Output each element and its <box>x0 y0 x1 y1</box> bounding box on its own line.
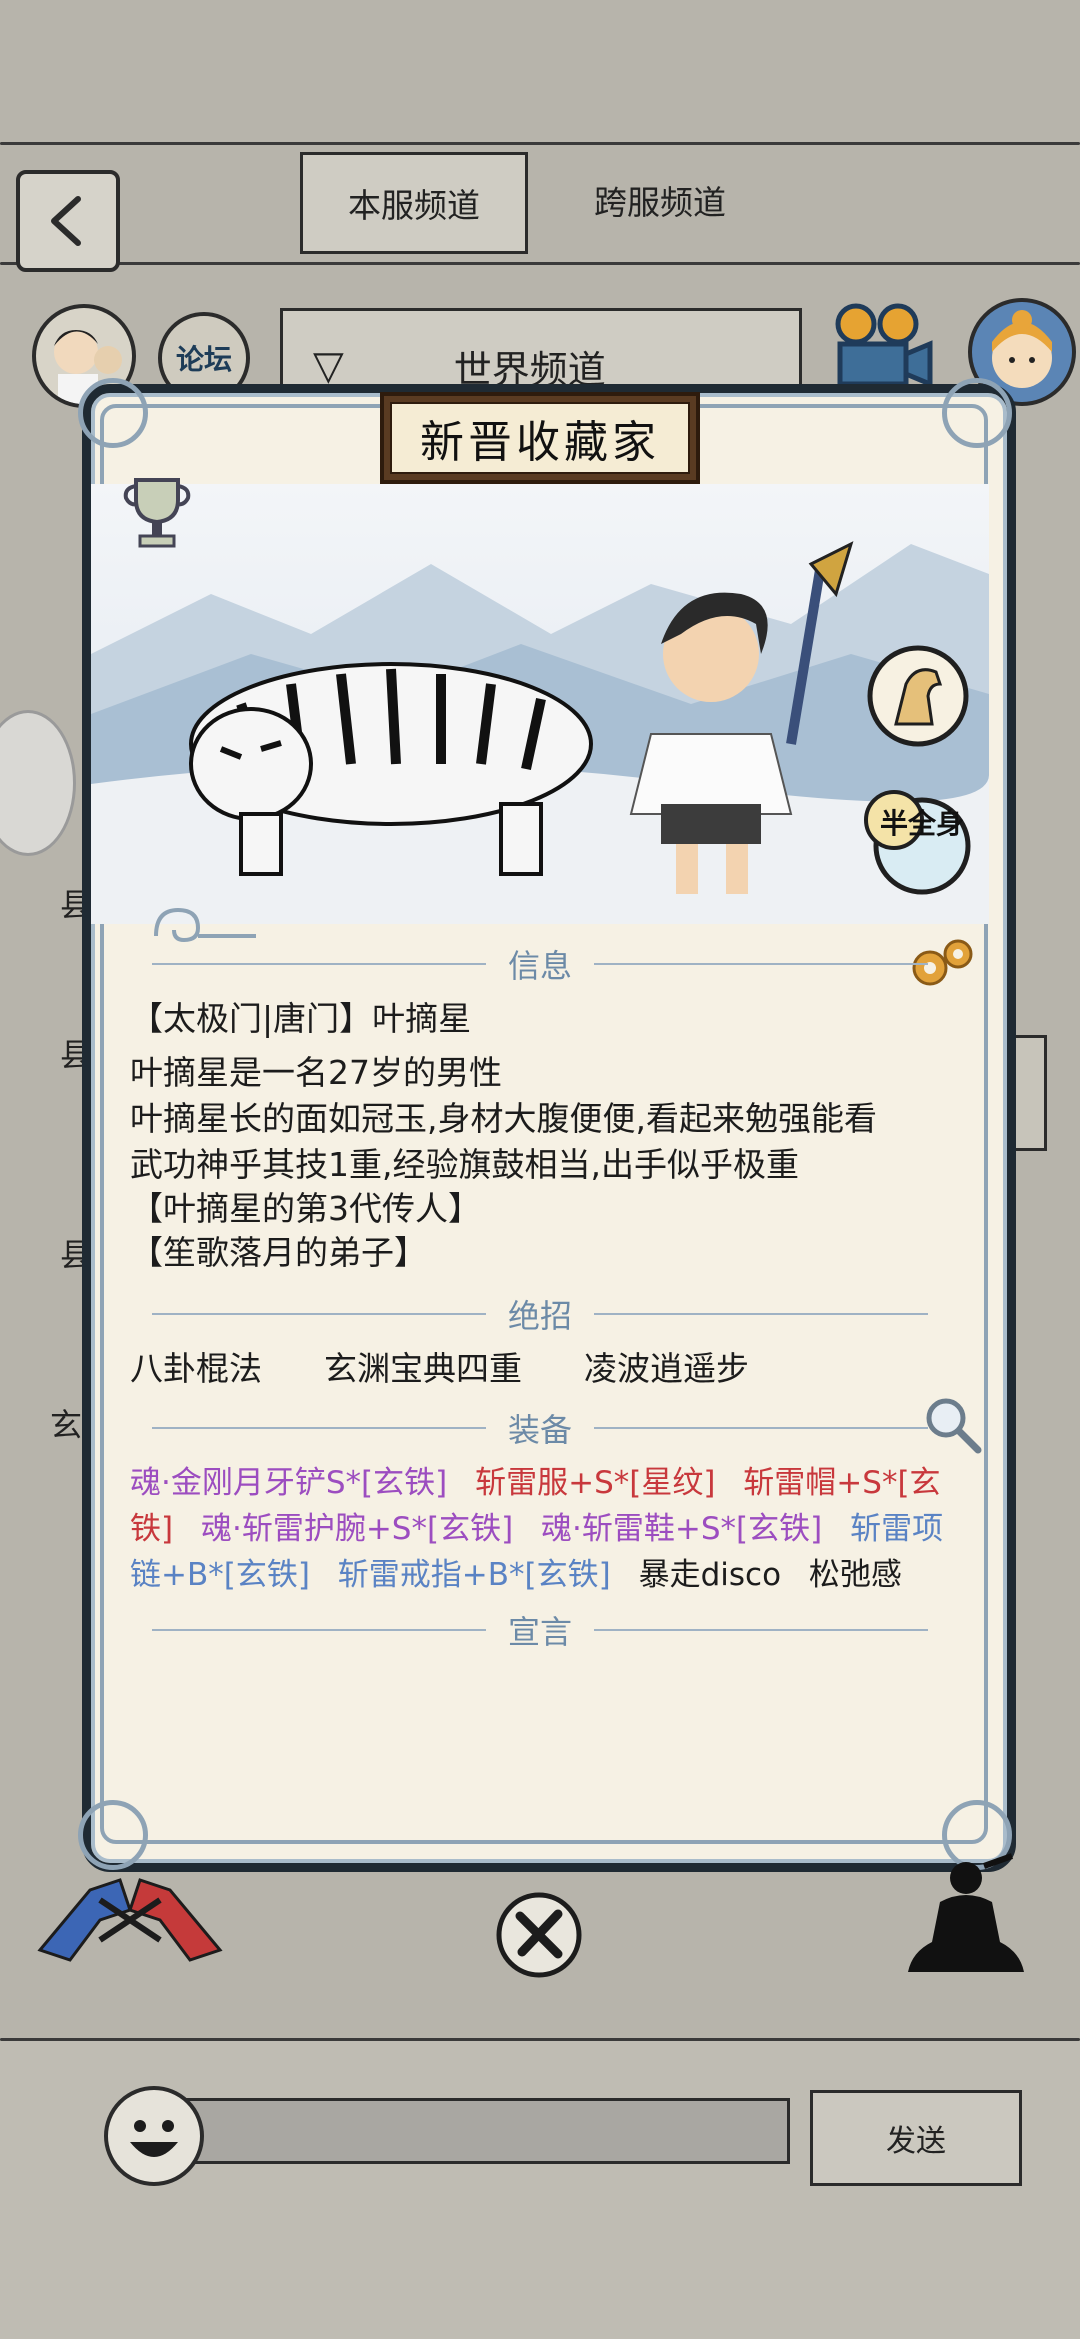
back-arrow-icon <box>51 196 81 246</box>
info-line: 【太极门|唐门】叶摘星 <box>130 999 472 1038</box>
skill-item[interactable]: 凌波逍遥步 <box>584 1342 749 1390</box>
character-scene <box>91 484 989 924</box>
bottom-divider <box>0 2038 1080 2041</box>
info-line: 武功神乎其技1重,经验旗鼓相当,出手似乎极重 <box>130 1145 799 1184</box>
equipment-list: 魂·金刚月牙铲S*[玄铁] 斩雷服+S*[星纹] 斩雷帽+S*[玄铁] 魂·斩雷… <box>130 1460 970 1598</box>
section-header-skills: 绝招 <box>130 1294 950 1335</box>
mount-horse-icon[interactable] <box>866 644 970 748</box>
info-line: 叶摘星是一名27岁的男性 <box>130 1053 502 1092</box>
skills-list: 八卦棍法 玄渊宝典四重 凌波逍遥步 <box>130 1342 811 1390</box>
chat-input-bar <box>0 2040 1080 2339</box>
info-line: 【叶摘星的第3代传人】 <box>130 1189 481 1228</box>
section-title: 信息 <box>508 947 573 985</box>
half-body-label: 半全身 <box>880 807 965 840</box>
tab-local-server[interactable]: 本服频道 <box>300 152 528 254</box>
card-corner-ornament <box>78 378 148 448</box>
smiley-icon <box>130 2120 178 2157</box>
send-button[interactable]: 发送 <box>810 2090 1022 2186</box>
skill-item[interactable]: 玄渊宝典四重 <box>324 1342 522 1390</box>
section-header-manifesto: 宣言 <box>130 1610 950 1651</box>
top-divider <box>0 142 1080 145</box>
equipment-item[interactable]: 魂·斩雷护腕+S*[玄铁] <box>201 1511 513 1547</box>
meditation-icon[interactable] <box>900 1852 1030 1982</box>
info-line: 叶摘星长的面如冠玉,身材大腹便便,看起来勉强能看 <box>130 1099 877 1138</box>
back-button[interactable] <box>16 170 120 272</box>
equipment-item[interactable]: 斩雷戒指+B*[玄铁] <box>338 1557 611 1593</box>
close-icon[interactable] <box>494 1890 584 1980</box>
section-header-equipment: 装备 <box>130 1408 950 1449</box>
section-title: 装备 <box>508 1411 573 1449</box>
side-pull-tab[interactable] <box>0 710 76 856</box>
section-title: 绝招 <box>508 1297 573 1335</box>
half-body-toggle[interactable]: 半全身 <box>862 786 972 896</box>
emoji-button[interactable] <box>104 2086 204 2186</box>
profile-title: 新晋收藏家 <box>390 402 690 474</box>
skill-item[interactable]: 八卦棍法 <box>130 1342 262 1390</box>
magnifier-icon[interactable] <box>922 1394 984 1456</box>
background-glyph: 玄 <box>50 1406 83 1444</box>
profile-title-plaque: 新晋收藏家 <box>380 392 700 484</box>
tab-cross-server[interactable]: 跨服频道 <box>560 152 760 248</box>
chat-message-input[interactable] <box>180 2098 790 2164</box>
section-header-info: 信息 <box>130 944 950 985</box>
duel-icon[interactable] <box>30 1860 230 1970</box>
equipment-item[interactable]: 松弛感 <box>809 1557 902 1593</box>
info-line: 【笙歌落月的弟子】 <box>130 1233 427 1272</box>
equipment-item[interactable]: 暴走disco <box>639 1557 781 1593</box>
dropdown-triangle-icon: ▽ <box>313 343 344 389</box>
section-title: 宣言 <box>508 1613 573 1651</box>
trophy-icon[interactable] <box>122 472 192 552</box>
card-corner-ornament <box>942 378 1012 448</box>
equipment-item[interactable]: 斩雷服+S*[星纹] <box>475 1465 715 1501</box>
equipment-item[interactable]: 魂·金刚月牙铲S*[玄铁] <box>130 1465 447 1501</box>
tab-divider <box>0 262 1080 265</box>
equipment-item[interactable]: 魂·斩雷鞋+S*[玄铁] <box>541 1511 822 1547</box>
